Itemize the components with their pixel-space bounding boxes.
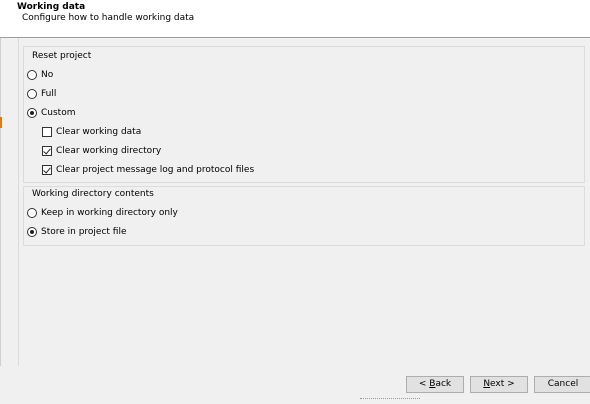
reset-project-group: Reset project No Full Custom Clear worki…	[23, 46, 585, 183]
radio-label: Full	[41, 89, 57, 99]
orange-accent-mark	[0, 117, 2, 128]
checkbox-icon[interactable]	[42, 127, 52, 137]
checkbox-checked-icon[interactable]	[42, 146, 52, 156]
radio-label: Store in project file	[41, 227, 127, 237]
checkbox-label: Clear working directory	[56, 146, 162, 156]
radio-button-icon[interactable]	[27, 208, 37, 218]
checkbox-clear-message-log[interactable]: Clear project message log and protocol f…	[42, 163, 254, 177]
next-button[interactable]: Next >	[470, 376, 528, 393]
checkbox-label: Clear project message log and protocol f…	[56, 165, 255, 175]
back-button[interactable]: < Back	[406, 376, 464, 393]
wizard-content: Reset project No Full Custom Clear worki…	[18, 38, 590, 367]
wizard-header: Working data Configure how to handle wor…	[0, 0, 590, 38]
radio-label: No	[41, 70, 54, 80]
checkbox-clear-working-data[interactable]: Clear working data	[42, 125, 141, 139]
radio-reset-full[interactable]: Full	[27, 87, 56, 101]
working-directory-group-title: Working directory contents	[32, 189, 154, 199]
checkbox-checked-icon[interactable]	[42, 165, 52, 175]
underlying-window-edge	[360, 398, 420, 402]
page-title: Working data	[17, 2, 86, 12]
working-directory-group: Working directory contents Keep in worki…	[23, 186, 585, 246]
radio-label: Keep in working directory only	[41, 208, 178, 218]
radio-reset-custom[interactable]: Custom	[27, 106, 75, 120]
back-label-rest: ack	[435, 379, 452, 389]
cancel-button[interactable]: Cancel	[534, 376, 590, 393]
wizard-window: Working data Configure how to handle wor…	[0, 0, 590, 404]
radio-button-selected-icon[interactable]	[27, 108, 37, 118]
radio-button-selected-icon[interactable]	[27, 227, 37, 237]
page-subtitle: Configure how to handle working data	[22, 13, 195, 23]
wizard-footer: < Back Next > Cancel	[0, 366, 590, 404]
radio-label: Custom	[41, 108, 76, 118]
radio-store-in-project-file[interactable]: Store in project file	[27, 225, 127, 239]
checkbox-clear-working-directory[interactable]: Clear working directory	[42, 144, 161, 158]
radio-button-icon[interactable]	[27, 89, 37, 99]
back-prefix: <	[418, 379, 430, 389]
radio-keep-in-working-directory[interactable]: Keep in working directory only	[27, 206, 178, 220]
reset-project-group-title: Reset project	[32, 51, 92, 61]
radio-button-icon[interactable]	[27, 70, 37, 80]
left-edge-divider	[0, 38, 1, 366]
checkbox-label: Clear working data	[56, 127, 142, 137]
radio-reset-no[interactable]: No	[27, 68, 53, 82]
next-label-rest: ext >	[490, 379, 515, 389]
